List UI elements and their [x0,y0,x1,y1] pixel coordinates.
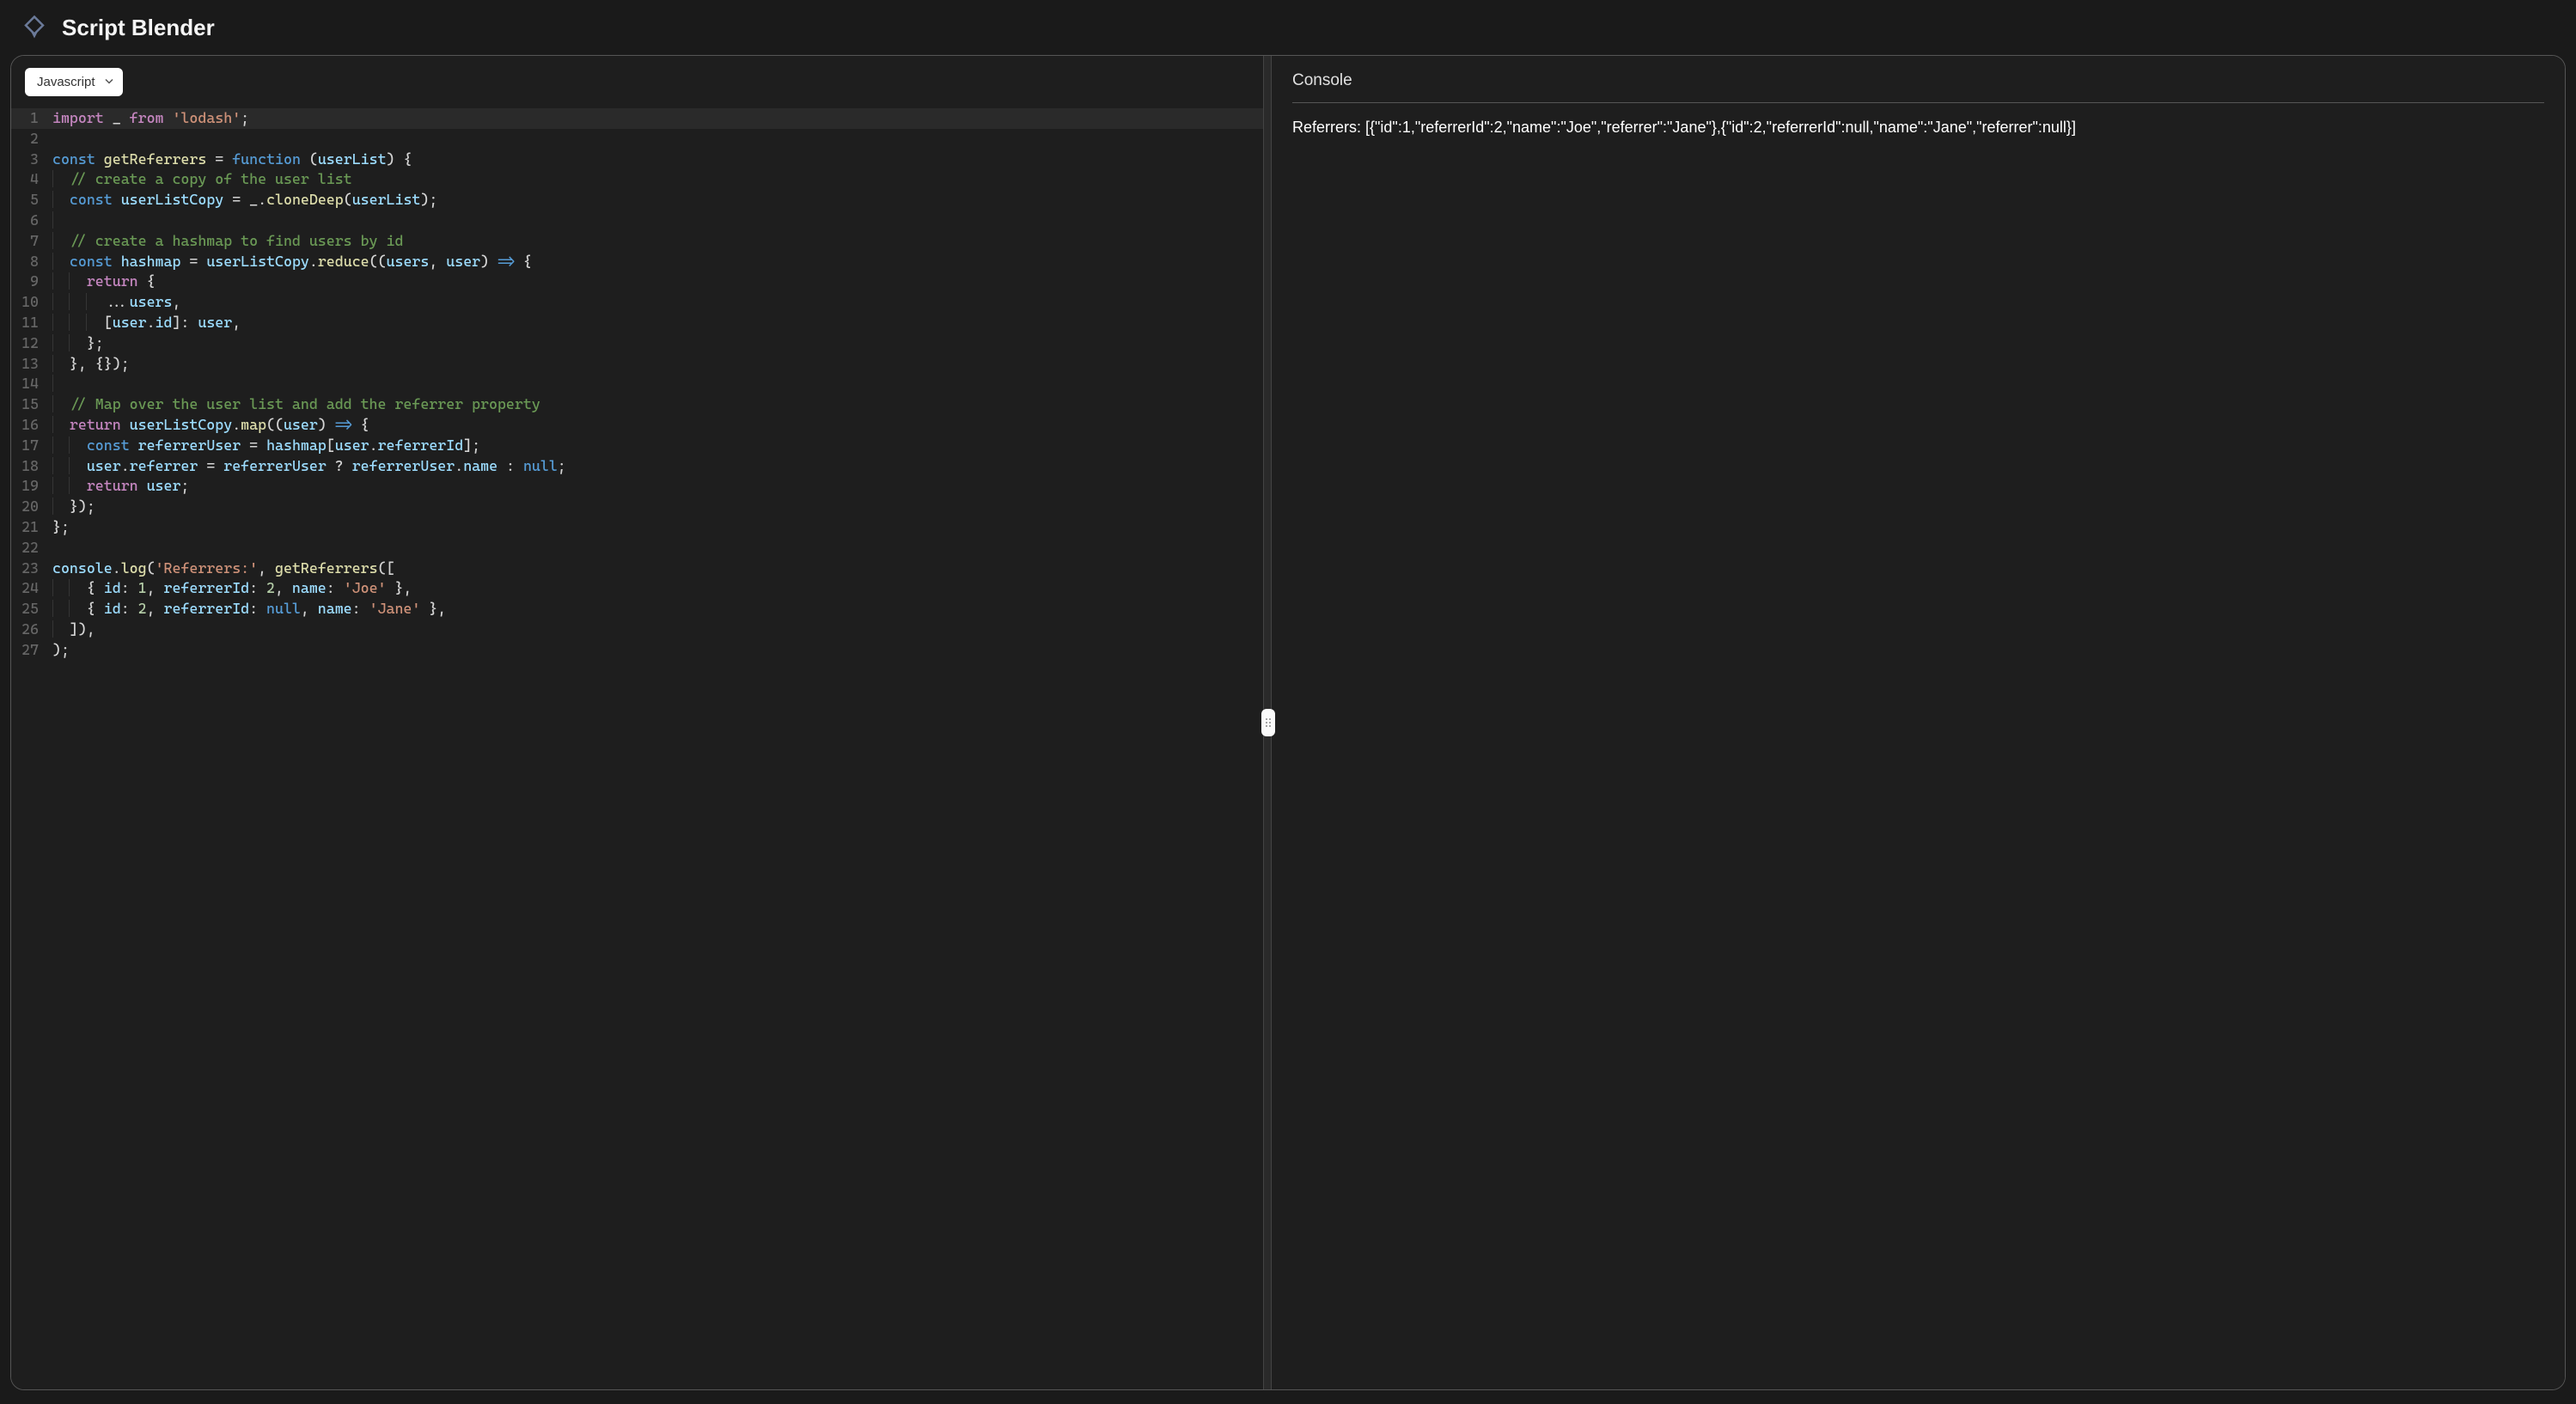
line-number: 3 [11,150,49,170]
line-number: 13 [11,354,49,375]
line-number: 6 [11,211,49,231]
line-number: 21 [11,517,49,538]
code-line-content: console.log('Referrers:', getReferrers([ [49,559,394,579]
code-line-content [49,538,52,559]
line-number: 24 [11,578,49,599]
main-split-panel: Javascript 1import _ from 'lodash';23con… [10,55,2566,1390]
code-line[interactable]: 27); [11,640,1263,661]
line-number: 7 [11,231,49,252]
line-number: 15 [11,394,49,415]
app-header: Script Blender [0,0,2576,55]
code-line-content: return { [49,272,156,292]
code-line-content: import _ from 'lodash'; [49,108,249,129]
code-line-content: { id: 1, referrerId: 2, name: 'Joe' }, [49,578,412,599]
console-pane: Console Referrers: [{"id":1,"referrerId"… [1272,56,2565,1389]
app-logo-icon [21,14,48,41]
line-number: 20 [11,497,49,517]
code-line-content: ...users, [49,292,180,313]
code-line[interactable]: 6 [11,211,1263,231]
code-line-content [49,374,70,394]
editor-toolbar: Javascript [11,56,1263,108]
code-editor[interactable]: 1import _ from 'lodash';23const getRefer… [11,108,1263,1389]
code-line[interactable]: 19 return user; [11,476,1263,497]
code-line[interactable]: 23console.log('Referrers:', getReferrers… [11,559,1263,579]
line-number: 4 [11,169,49,190]
line-number: 26 [11,620,49,640]
code-line-content: }; [49,517,70,538]
code-line[interactable]: 25 { id: 2, referrerId: null, name: 'Jan… [11,599,1263,620]
code-line[interactable]: 9 return { [11,272,1263,292]
line-number: 25 [11,599,49,620]
line-number: 11 [11,313,49,333]
line-number: 17 [11,436,49,456]
code-line-content [49,211,70,231]
code-line[interactable]: 14 [11,374,1263,394]
line-number: 10 [11,292,49,313]
code-line-content: { id: 2, referrerId: null, name: 'Jane' … [49,599,446,620]
language-select-label: Javascript [37,75,95,89]
code-line-content: }, {}); [49,354,130,375]
code-line-content: return userListCopy.map((user) => { [49,415,369,436]
code-line-content [49,129,52,150]
console-title: Console [1292,71,2544,103]
language-select[interactable]: Javascript [25,68,123,96]
code-line[interactable]: 2 [11,129,1263,150]
code-line-content: // create a hashmap to find users by id [49,231,403,252]
code-line[interactable]: 1import _ from 'lodash'; [11,108,1263,129]
code-line-content: [user.id]: user, [49,313,241,333]
code-line[interactable]: 20 }); [11,497,1263,517]
code-line-content: const hashmap = userListCopy.reduce((use… [49,252,532,272]
code-line[interactable]: 12 }; [11,333,1263,354]
chevron-down-icon [104,75,114,89]
code-line-content: const userListCopy = _.cloneDeep(userLis… [49,190,437,211]
line-number: 5 [11,190,49,211]
line-number: 9 [11,272,49,292]
code-line[interactable]: 11 [user.id]: user, [11,313,1263,333]
code-line-content: // create a copy of the user list [49,169,352,190]
code-line[interactable]: 24 { id: 1, referrerId: 2, name: 'Joe' }… [11,578,1263,599]
code-line-content: user.referrer = referrerUser ? referrerU… [49,456,566,477]
code-line-content: ); [49,640,70,661]
code-line[interactable]: 10 ...users, [11,292,1263,313]
console-output: Referrers: [{"id":1,"referrerId":2,"name… [1292,117,2544,138]
pane-divider[interactable] [1263,56,1272,1389]
code-line-content: const getReferrers = function (userList)… [49,150,412,170]
line-number: 1 [11,108,49,129]
app-title: Script Blender [62,15,215,41]
code-line[interactable]: 21}; [11,517,1263,538]
code-line[interactable]: 26 ]), [11,620,1263,640]
code-line[interactable]: 18 user.referrer = referrerUser ? referr… [11,456,1263,477]
code-line[interactable]: 5 const userListCopy = _.cloneDeep(userL… [11,190,1263,211]
code-line[interactable]: 4 // create a copy of the user list [11,169,1263,190]
code-line-content: }); [49,497,95,517]
line-number: 8 [11,252,49,272]
code-line[interactable]: 22 [11,538,1263,559]
code-line[interactable]: 16 return userListCopy.map((user) => { [11,415,1263,436]
code-line[interactable]: 3const getReferrers = function (userList… [11,150,1263,170]
line-number: 14 [11,374,49,394]
code-line-content: }; [49,333,104,354]
line-number: 12 [11,333,49,354]
code-line[interactable]: 17 const referrerUser = hashmap[user.ref… [11,436,1263,456]
line-number: 23 [11,559,49,579]
code-line-content: // Map over the user list and add the re… [49,394,540,415]
code-line[interactable]: 8 const hashmap = userListCopy.reduce((u… [11,252,1263,272]
divider-handle-icon[interactable] [1261,709,1275,736]
code-line-content: const referrerUser = hashmap[user.referr… [49,436,480,456]
line-number: 27 [11,640,49,661]
line-number: 22 [11,538,49,559]
code-line-content: return user; [49,476,189,497]
editor-pane: Javascript 1import _ from 'lodash';23con… [11,56,1263,1389]
line-number: 2 [11,129,49,150]
code-line[interactable]: 7 // create a hashmap to find users by i… [11,231,1263,252]
code-line[interactable]: 13 }, {}); [11,354,1263,375]
code-line-content: ]), [49,620,95,640]
code-line[interactable]: 15 // Map over the user list and add the… [11,394,1263,415]
line-number: 18 [11,456,49,477]
line-number: 19 [11,476,49,497]
line-number: 16 [11,415,49,436]
